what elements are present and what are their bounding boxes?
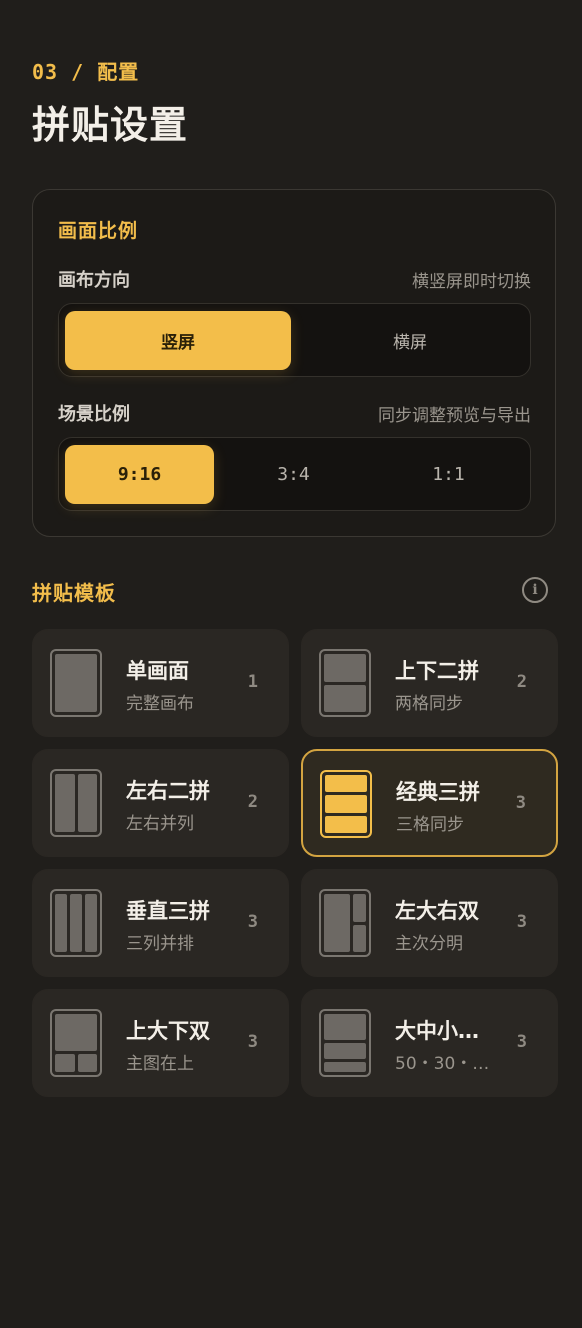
template-description: 完整画布 [126, 694, 194, 714]
template-cell-count: 3 [516, 912, 527, 932]
orientation-portrait-button[interactable]: 竖屏 [65, 311, 291, 370]
template-card-vertical-triple[interactable]: 垂直三拼 三列并排 3 [32, 869, 289, 977]
template-card-left-right[interactable]: 左右二拼 左右并列 2 [32, 749, 289, 857]
template-description: 两格同步 [395, 694, 463, 714]
template-name: 单画面 [126, 659, 189, 683]
template-card-large-medium-small[interactable]: 大中小… 50・30・… 3 [301, 989, 558, 1097]
step-indicator: 03 / 配置 [32, 60, 140, 84]
template-card-top-big-bottom-double[interactable]: 上大下双 主图在上 3 [32, 989, 289, 1097]
scene-ratio-segmented-control: 9:16 3:4 1:1 [58, 437, 531, 511]
scene-ratio-label: 场景比例 [58, 404, 130, 425]
three-columns-layout-icon [50, 889, 102, 957]
template-name: 经典三拼 [396, 780, 480, 804]
template-name: 左右二拼 [126, 779, 210, 803]
template-cell-count: 1 [247, 672, 258, 692]
aspect-ratio-card: 画面比例 画布方向 横竖屏即时切换 竖屏 横屏 场景比例 同步调整预览与导出 9… [32, 189, 556, 537]
two-columns-layout-icon [50, 769, 102, 837]
card-title: 画面比例 [58, 220, 139, 242]
top-big-bottom-double-layout-icon [50, 1009, 102, 1077]
template-description: 主图在上 [126, 1054, 194, 1074]
orientation-label: 画布方向 [58, 270, 130, 291]
template-cell-count: 3 [516, 1032, 527, 1052]
template-cell-count: 3 [247, 912, 258, 932]
left-big-right-double-layout-icon [319, 889, 371, 957]
three-rows-layout-icon [320, 770, 372, 838]
template-card-top-bottom[interactable]: 上下二拼 两格同步 2 [301, 629, 558, 737]
template-name: 垂直三拼 [126, 899, 210, 923]
templates-section-title: 拼贴模板 [32, 581, 116, 605]
template-card-single[interactable]: 单画面 完整画布 1 [32, 629, 289, 737]
page-title: 拼贴设置 [32, 103, 189, 147]
template-name: 左大右双 [395, 899, 479, 923]
template-cell-count: 2 [247, 792, 258, 812]
template-card-classic-triple[interactable]: 经典三拼 三格同步 3 [301, 749, 558, 857]
single-layout-icon [50, 649, 102, 717]
ratio-9-16-button[interactable]: 9:16 [65, 445, 214, 504]
template-description: 50・30・… [395, 1054, 490, 1074]
template-name: 上下二拼 [395, 659, 479, 683]
template-description: 三列并排 [126, 934, 194, 954]
template-name: 大中小… [395, 1019, 479, 1043]
template-card-left-big-right-double[interactable]: 左大右双 主次分明 3 [301, 869, 558, 977]
orientation-landscape-button[interactable]: 横屏 [297, 311, 523, 370]
ratio-3-4-button[interactable]: 3:4 [219, 445, 368, 504]
orientation-hint: 横竖屏即时切换 [412, 272, 531, 292]
info-icon[interactable]: i [522, 577, 548, 603]
template-description: 三格同步 [396, 815, 464, 835]
scene-ratio-hint: 同步调整预览与导出 [378, 406, 531, 426]
orientation-segmented-control: 竖屏 横屏 [58, 303, 531, 377]
template-description: 左右并列 [126, 814, 194, 834]
template-cell-count: 3 [247, 1032, 258, 1052]
template-name: 上大下双 [126, 1019, 210, 1043]
large-medium-small-layout-icon [319, 1009, 371, 1077]
template-description: 主次分明 [395, 934, 463, 954]
template-cell-count: 3 [515, 793, 526, 813]
template-cell-count: 2 [516, 672, 527, 692]
ratio-1-1-button[interactable]: 1:1 [374, 445, 523, 504]
two-rows-layout-icon [319, 649, 371, 717]
